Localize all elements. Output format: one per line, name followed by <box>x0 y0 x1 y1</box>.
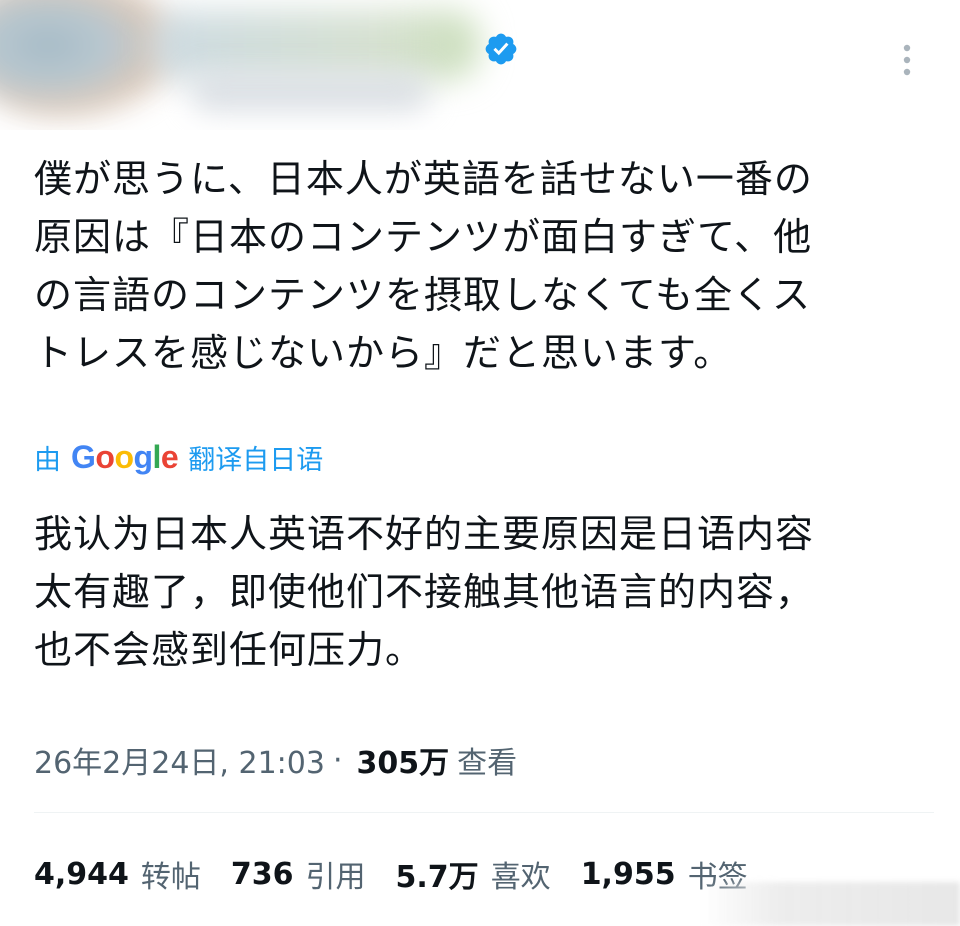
tweet-text-line: 原因は『日本のコンテンツが面白すぎて、他 <box>34 215 813 259</box>
meta-separator: · <box>332 742 343 778</box>
timestamp[interactable]: 26年2月24日, 21:03 <box>34 738 325 782</box>
reposts-label: 转帖 <box>140 860 201 895</box>
google-logo-letter: o <box>114 438 134 475</box>
engagement-stats: 4,944 转帖 736 引用 5.7万 喜欢 1,955 书签 <box>34 850 778 898</box>
google-logo-letter: G <box>71 438 96 475</box>
translated-text-line: 太有趣了，即使他们不接触其他语言的内容， <box>34 570 815 614</box>
google-logo-letter: l <box>152 438 162 475</box>
translated-text: 我认为日本人英语不好的主要原因是日语内容 太有趣了，即使他们不接触其他语言的内容… <box>34 505 934 679</box>
author-header-blurred[interactable] <box>0 0 520 130</box>
bookmarks-count: 1,955 <box>580 856 676 892</box>
author-handle-blurred[interactable] <box>190 72 430 112</box>
google-logo: Google <box>71 438 179 476</box>
translation-suffix: 翻译自日语 <box>188 444 324 476</box>
divider <box>34 812 934 813</box>
views-label: 查看 <box>457 746 518 781</box>
reposts-stat[interactable]: 4,944 转帖 <box>34 852 201 896</box>
tweet-meta: 26年2月24日, 21:03 · 305万 查看 <box>34 737 517 783</box>
author-name-blurred[interactable] <box>150 10 480 80</box>
google-logo-letter: g <box>133 438 153 475</box>
google-logo-letter: o <box>95 438 115 475</box>
quotes-count: 736 <box>230 856 294 892</box>
translated-text-line: 也不会感到任何压力。 <box>34 628 425 672</box>
translation-prefix: 由 <box>34 444 61 476</box>
more-vertical-icon[interactable] <box>895 40 919 84</box>
tweet-text-line: の言語のコンテンツを摂取しなくても全くス <box>34 273 811 317</box>
likes-label: 喜欢 <box>490 860 551 895</box>
likes-count: 5.7万 <box>395 860 479 895</box>
translated-text-line: 我认为日本人英语不好的主要原因是日语内容 <box>34 512 815 556</box>
verified-badge-icon <box>485 33 517 65</box>
quotes-stat[interactable]: 736 引用 <box>231 852 366 896</box>
tweet-text-line: トレスを感じないから』だと思います。 <box>34 331 733 375</box>
google-logo-letter: e <box>160 438 179 475</box>
tweet-text: 僕が思うに、日本人が英語を話せない一番の 原因は『日本のコンテンツが面白すぎて、… <box>34 150 934 382</box>
views-count: 305万 <box>356 746 450 781</box>
translation-attribution[interactable]: 由 Google 翻译自日语 <box>34 437 323 477</box>
likes-stat[interactable]: 5.7万 喜欢 <box>396 852 551 896</box>
watermark-overlay <box>700 882 960 926</box>
reposts-count: 4,944 <box>34 856 129 892</box>
quotes-label: 引用 <box>305 860 366 895</box>
tweet-text-line: 僕が思うに、日本人が英語を話せない一番の <box>34 157 813 201</box>
tweet-detail: 僕が思うに、日本人が英語を話せない一番の 原因は『日本のコンテンツが面白すぎて、… <box>0 0 960 926</box>
